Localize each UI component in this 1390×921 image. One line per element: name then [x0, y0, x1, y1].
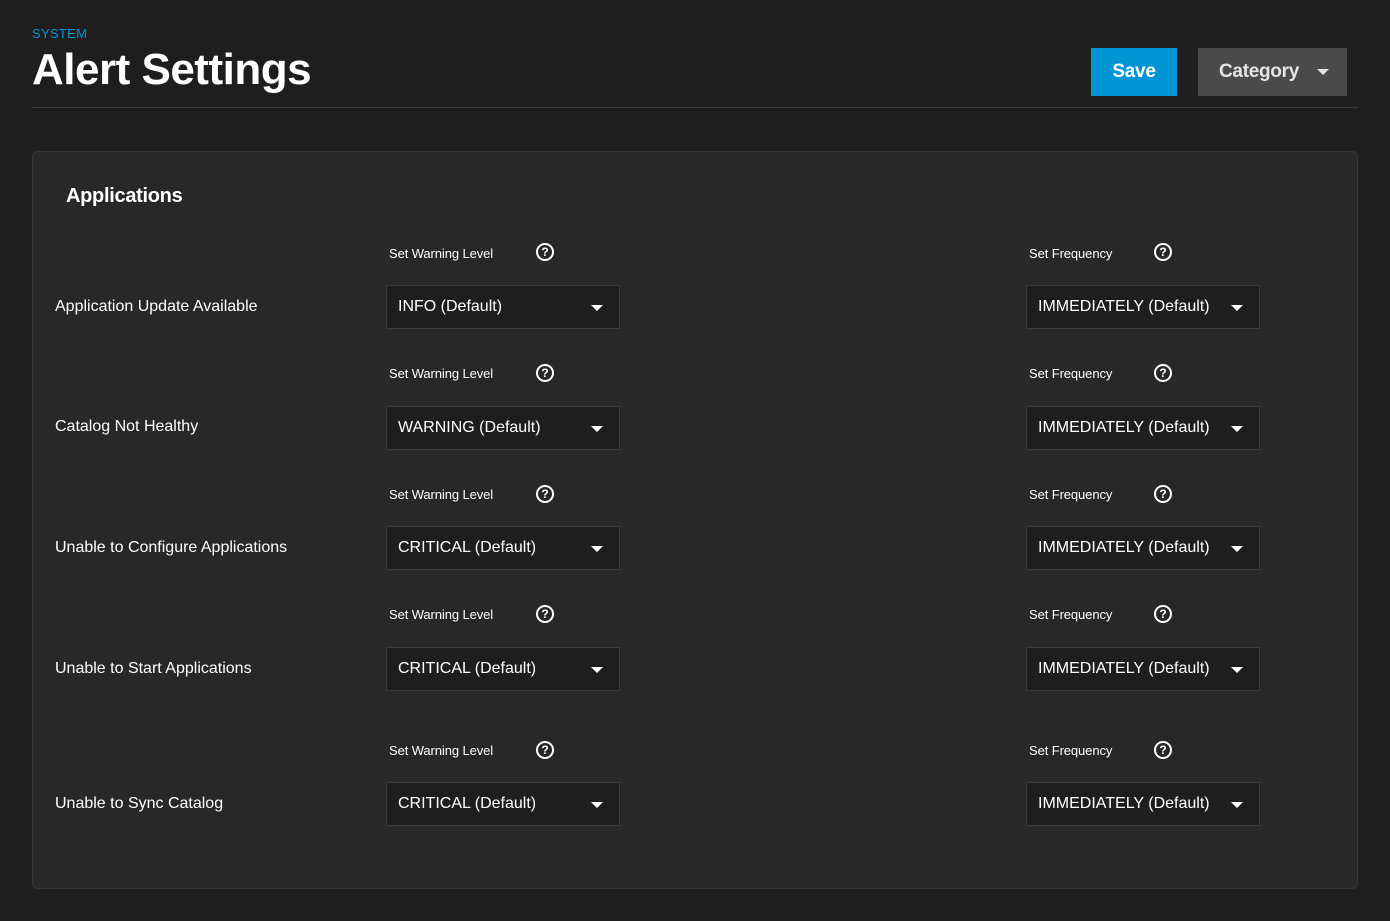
- warning-level-value: CRITICAL (Default): [398, 539, 537, 556]
- warning-level-value: CRITICAL (Default): [398, 795, 537, 812]
- frequency-label: Set Frequency: [1029, 743, 1113, 758]
- section-title: Applications: [66, 185, 183, 207]
- alert-name: Unable to Configure Applications: [55, 539, 288, 556]
- alert-name: Application Update Available: [55, 298, 258, 315]
- alert-name: Unable to Sync Catalog: [55, 795, 224, 812]
- frequency-select[interactable]: IMMEDIATELY (Default): [1026, 647, 1260, 691]
- help-circle-icon[interactable]: ?: [536, 605, 554, 623]
- help-circle-icon[interactable]: ?: [536, 243, 554, 261]
- chevron-down-icon: [1317, 69, 1329, 75]
- frequency-value: IMMEDIATELY (Default): [1038, 298, 1210, 315]
- category-button[interactable]: Category: [1198, 48, 1347, 96]
- chevron-down-icon: [1231, 802, 1243, 808]
- help-circle-icon[interactable]: ?: [1154, 243, 1172, 261]
- alert-row: Set Warning Level ? Set Frequency ? Unab…: [33, 730, 1357, 830]
- frequency-label: Set Frequency: [1029, 246, 1113, 261]
- category-button-label: Category: [1219, 61, 1299, 82]
- warning-level-select[interactable]: INFO (Default): [386, 285, 620, 329]
- warning-level-label: Set Warning Level: [389, 366, 494, 381]
- frequency-select[interactable]: IMMEDIATELY (Default): [1026, 285, 1260, 329]
- frequency-label: Set Frequency: [1029, 366, 1113, 381]
- frequency-select[interactable]: IMMEDIATELY (Default): [1026, 526, 1260, 570]
- frequency-label: Set Frequency: [1029, 607, 1113, 622]
- chevron-down-icon: [1231, 426, 1243, 432]
- warning-level-label: Set Warning Level: [389, 743, 494, 758]
- frequency-label: Set Frequency: [1029, 487, 1113, 502]
- warning-level-select[interactable]: CRITICAL (Default): [386, 526, 620, 570]
- warning-level-select[interactable]: CRITICAL (Default): [386, 647, 620, 691]
- frequency-value: IMMEDIATELY (Default): [1038, 539, 1210, 556]
- warning-level-label: Set Warning Level: [389, 246, 494, 261]
- chevron-down-icon: [1231, 305, 1243, 311]
- help-circle-icon[interactable]: ?: [1154, 485, 1172, 503]
- alert-row: Set Warning Level ? Set Frequency ? Unab…: [33, 594, 1357, 694]
- chevron-down-icon: [1231, 667, 1243, 673]
- warning-level-label: Set Warning Level: [389, 487, 494, 502]
- warning-level-select[interactable]: CRITICAL (Default): [386, 782, 620, 826]
- chevron-down-icon: [1231, 546, 1243, 552]
- warning-level-value: INFO (Default): [398, 298, 503, 315]
- chevron-down-icon: [591, 426, 603, 432]
- warning-level-label: Set Warning Level: [389, 607, 494, 622]
- save-button[interactable]: Save: [1091, 48, 1177, 96]
- help-circle-icon[interactable]: ?: [1154, 741, 1172, 759]
- frequency-value: IMMEDIATELY (Default): [1038, 419, 1210, 436]
- frequency-value: IMMEDIATELY (Default): [1038, 795, 1210, 812]
- chevron-down-icon: [591, 546, 603, 552]
- help-circle-icon[interactable]: ?: [536, 741, 554, 759]
- alert-row: Set Warning Level ? Set Frequency ? Unab…: [33, 474, 1357, 574]
- alert-row: Set Warning Level ? Set Frequency ? Cata…: [33, 353, 1357, 453]
- alert-row: Set Warning Level ? Set Frequency ? Appl…: [33, 232, 1357, 332]
- warning-level-select[interactable]: WARNING (Default): [386, 406, 620, 450]
- chevron-down-icon: [591, 667, 603, 673]
- frequency-select[interactable]: IMMEDIATELY (Default): [1026, 406, 1260, 450]
- applications-card: Applications Set Warning Level ? Set Fre…: [32, 151, 1358, 889]
- warning-level-value: WARNING (Default): [398, 419, 541, 436]
- help-circle-icon[interactable]: ?: [536, 485, 554, 503]
- chevron-down-icon: [591, 802, 603, 808]
- save-button-label: Save: [1112, 61, 1156, 82]
- header-divider: [32, 107, 1358, 108]
- frequency-select[interactable]: IMMEDIATELY (Default): [1026, 782, 1260, 826]
- chevron-down-icon: [591, 305, 603, 311]
- page-title: Alert Settings: [32, 45, 312, 94]
- help-circle-icon[interactable]: ?: [1154, 605, 1172, 623]
- warning-level-value: CRITICAL (Default): [398, 660, 537, 677]
- alert-name: Catalog Not Healthy: [55, 418, 199, 435]
- breadcrumb: SYSTEM: [32, 26, 88, 41]
- help-circle-icon[interactable]: ?: [536, 364, 554, 382]
- alert-name: Unable to Start Applications: [55, 660, 252, 677]
- frequency-value: IMMEDIATELY (Default): [1038, 660, 1210, 677]
- help-circle-icon[interactable]: ?: [1154, 364, 1172, 382]
